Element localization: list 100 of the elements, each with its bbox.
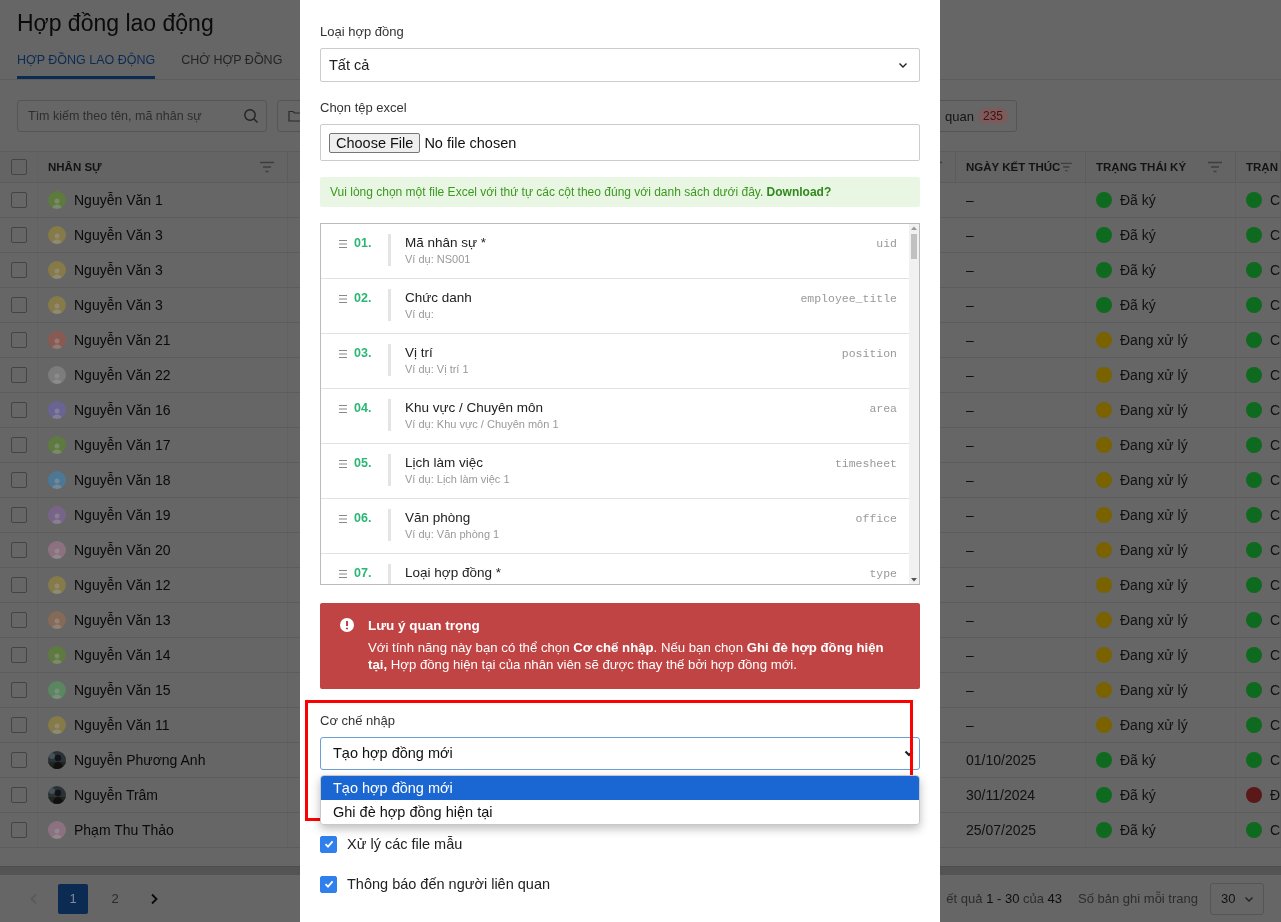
download-link[interactable]: Download? bbox=[766, 185, 832, 199]
tab[interactable]: CHỜ HỢP ĐỒNG bbox=[181, 40, 283, 79]
page-button[interactable]: 1 bbox=[58, 883, 88, 914]
filter-icon[interactable] bbox=[1207, 161, 1223, 173]
status-text: Đang xử lý bbox=[1120, 367, 1188, 383]
checkbox[interactable] bbox=[10, 647, 27, 663]
search-field[interactable]: Tìm kiếm theo tên, mã nhân sự bbox=[17, 100, 267, 132]
column-example: Ví dụ: bbox=[405, 308, 434, 320]
checkbox[interactable] bbox=[10, 402, 27, 418]
drag-handle-icon[interactable] bbox=[338, 239, 348, 249]
column-key: position bbox=[841, 347, 897, 360]
status-text: Đã ký bbox=[1120, 822, 1156, 838]
checkbox[interactable] bbox=[10, 227, 27, 243]
checkbox[interactable] bbox=[320, 875, 337, 893]
checkbox[interactable] bbox=[10, 192, 27, 208]
employee-name: Nguyễn Văn 18 bbox=[74, 472, 171, 488]
scroll-thumb[interactable] bbox=[911, 234, 917, 259]
checkbox[interactable] bbox=[10, 332, 27, 348]
exclamation-icon bbox=[340, 618, 354, 632]
status-text: Đã ký bbox=[1120, 787, 1156, 803]
scroll-down-icon[interactable] bbox=[910, 576, 918, 584]
filter-icon[interactable] bbox=[259, 161, 275, 173]
drag-handle-icon[interactable] bbox=[338, 569, 348, 579]
results-summary: ết quả 1 - 30 của 43 bbox=[946, 891, 1063, 906]
checkbox[interactable] bbox=[10, 367, 27, 383]
table-cell: – bbox=[966, 612, 974, 628]
status-text: C bbox=[1270, 332, 1280, 348]
drag-handle-icon[interactable] bbox=[338, 349, 348, 359]
alert-title: Lưu ý quan trọng bbox=[368, 617, 480, 635]
checkbox[interactable] bbox=[10, 437, 27, 453]
checkbox[interactable] bbox=[10, 297, 27, 313]
status-text: C bbox=[1270, 682, 1280, 698]
column-header: NGÀY KẾT THÚC bbox=[966, 161, 1061, 173]
status-text: Đã ký bbox=[1120, 192, 1156, 208]
column-example: Ví dụ: Văn phòng 1 bbox=[405, 528, 500, 540]
employee-name: Nguyễn Văn 3 bbox=[74, 262, 163, 278]
contract-type-select[interactable]: Tất cả bbox=[320, 48, 920, 82]
status-text: Đang xử lý bbox=[1120, 717, 1188, 733]
count-badge: 235 bbox=[977, 108, 1008, 124]
checkbox[interactable] bbox=[10, 472, 27, 488]
checkbox[interactable] bbox=[10, 612, 27, 628]
employee-name: Nguyễn Văn 17 bbox=[74, 437, 171, 453]
employee-name: Nguyễn Văn 1 bbox=[74, 192, 163, 208]
employee-name: Nguyễn Văn 11 bbox=[74, 717, 170, 733]
table-cell: – bbox=[966, 227, 974, 243]
column-header: TRẠN bbox=[1246, 161, 1278, 173]
table-cell: – bbox=[966, 682, 974, 698]
vertical-scrollbar[interactable] bbox=[909, 224, 919, 584]
table-cell: – bbox=[966, 507, 974, 523]
checkbox[interactable] bbox=[10, 717, 27, 733]
checkbox[interactable] bbox=[10, 822, 27, 838]
checkbox[interactable] bbox=[10, 542, 27, 558]
column-header: NHÂN SỰ bbox=[48, 161, 102, 173]
checkbox[interactable] bbox=[10, 752, 27, 768]
scroll-up-icon[interactable] bbox=[910, 224, 918, 232]
checkbox[interactable] bbox=[10, 262, 27, 278]
import-mode-select[interactable]: Tạo hợp đồng mới bbox=[320, 736, 920, 770]
checkbox[interactable] bbox=[10, 507, 27, 523]
status-text: C bbox=[1270, 227, 1280, 243]
checkbox[interactable] bbox=[320, 835, 337, 853]
chevron-right-icon bbox=[149, 892, 159, 905]
column-key: area bbox=[869, 402, 897, 415]
column-title: Lịch làm việc bbox=[405, 455, 484, 470]
filter-icon[interactable] bbox=[1060, 161, 1073, 173]
employee-name: Nguyễn Văn 16 bbox=[74, 402, 171, 418]
table-cell: – bbox=[966, 717, 974, 733]
drag-handle-icon[interactable] bbox=[338, 294, 348, 304]
employee-name: Phạm Thu Thảo bbox=[74, 822, 174, 838]
folder-icon bbox=[288, 110, 302, 122]
status-text: C bbox=[1270, 402, 1280, 418]
status-text: C bbox=[1270, 472, 1280, 488]
table-cell: – bbox=[966, 647, 974, 663]
dropdown-option[interactable]: Tạo hợp đồng mới bbox=[321, 775, 919, 800]
column-example: Ví dụ: Vị trí 1 bbox=[405, 363, 469, 375]
page-size-select[interactable]: 30 bbox=[1210, 882, 1264, 915]
employee-name: Nguyễn Văn 22 bbox=[74, 367, 171, 383]
status-text: Đã ký bbox=[1120, 227, 1156, 243]
status-text: C bbox=[1270, 752, 1280, 768]
choose-file-button[interactable]: Choose File bbox=[329, 132, 421, 153]
checkbox[interactable] bbox=[10, 682, 27, 698]
employee-name: Nguyễn Văn 14 bbox=[74, 647, 171, 663]
employee-name: Nguyễn Văn 3 bbox=[74, 297, 163, 313]
employee-name: Nguyễn Văn 20 bbox=[74, 542, 171, 558]
table-cell: – bbox=[966, 192, 974, 208]
column-title: Vị trí bbox=[405, 345, 433, 360]
drag-handle-icon[interactable] bbox=[338, 404, 348, 414]
file-field[interactable]: Choose File No file chosen bbox=[320, 124, 920, 161]
table-cell: – bbox=[966, 472, 974, 488]
checkbox[interactable] bbox=[10, 787, 27, 803]
status-text: Đang xử lý bbox=[1120, 472, 1188, 488]
table-cell: – bbox=[966, 542, 974, 558]
drag-handle-icon[interactable] bbox=[338, 514, 348, 524]
dropdown-option[interactable]: Ghi đè hợp đồng hiện tại bbox=[321, 799, 919, 824]
checkbox[interactable] bbox=[10, 159, 27, 175]
status-text: C bbox=[1270, 262, 1280, 278]
checkbox[interactable] bbox=[10, 577, 27, 593]
drag-handle-icon[interactable] bbox=[338, 459, 348, 469]
column-example: Ví dụ: Khu vực / Chuyên môn 1 bbox=[405, 418, 559, 430]
employee-name: Nguyễn Văn 19 bbox=[74, 507, 171, 523]
column-title: Khu vực / Chuyên môn bbox=[405, 400, 544, 415]
